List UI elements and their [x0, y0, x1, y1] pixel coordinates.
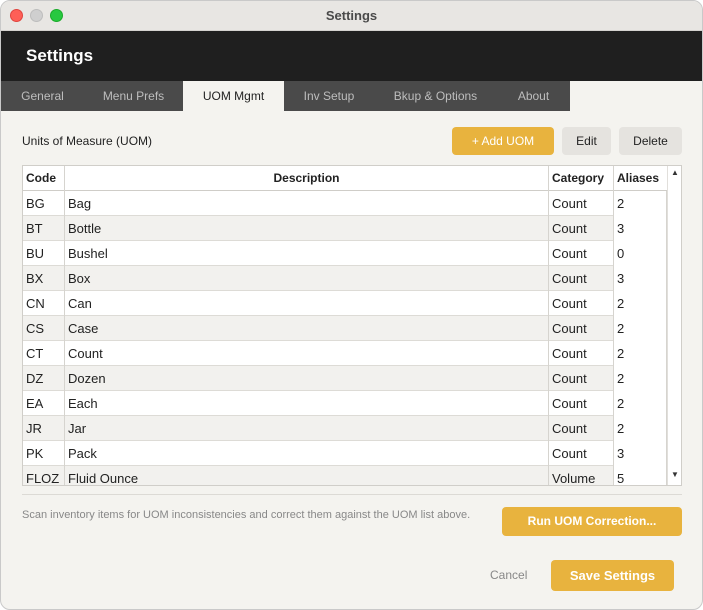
app-header: Settings [1, 31, 702, 81]
cell-description: Each [65, 391, 549, 416]
cell-code: BU [23, 241, 65, 266]
cell-description: Jar [65, 416, 549, 441]
table-row[interactable]: BT Bottle Count 3 [23, 216, 667, 241]
scroll-up-arrow-icon[interactable]: ▲ [671, 168, 679, 177]
cell-aliases: 5 [614, 466, 667, 485]
column-header-code[interactable]: Code [23, 166, 65, 191]
table-row[interactable]: DZ Dozen Count 2 [23, 366, 667, 391]
cell-description: Count [65, 341, 549, 366]
cell-category: Count [549, 191, 614, 216]
tab-bkup-options[interactable]: Bkup & Options [374, 81, 497, 111]
table-header: Code Description Category Aliases [23, 166, 667, 191]
cell-aliases: 2 [614, 391, 667, 416]
correction-description: Scan inventory items for UOM inconsisten… [22, 509, 471, 521]
column-header-description[interactable]: Description [65, 166, 549, 191]
cell-code: BT [23, 216, 65, 241]
cell-code: CN [23, 291, 65, 316]
cell-code: JR [23, 416, 65, 441]
table-row[interactable]: CN Can Count 2 [23, 291, 667, 316]
tab-menu-prefs[interactable]: Menu Prefs [84, 81, 183, 111]
cell-code: BX [23, 266, 65, 291]
window-title: Settings [325, 8, 378, 23]
table-row[interactable]: EA Each Count 2 [23, 391, 667, 416]
uom-table: Code Description Category Aliases BG Bag C… [22, 165, 682, 486]
table-row[interactable]: CT Count Count 2 [23, 341, 667, 366]
tab-inv-setup[interactable]: Inv Setup [284, 81, 374, 111]
cell-category: Count [549, 241, 614, 266]
cell-aliases: 3 [614, 441, 667, 466]
add-uom-button[interactable]: + Add UOM [452, 127, 554, 155]
tab-strip: General Menu Prefs UOM Mgmt Inv Setup Bk… [1, 81, 570, 111]
table-row[interactable]: BG Bag Count 2 [23, 191, 667, 216]
column-header-aliases[interactable]: Aliases [614, 166, 667, 191]
cell-aliases: 2 [614, 341, 667, 366]
cell-aliases: 2 [614, 416, 667, 441]
cell-aliases: 2 [614, 191, 667, 216]
tab-uom-mgmt[interactable]: UOM Mgmt [183, 81, 284, 111]
cell-category: Count [549, 216, 614, 241]
uom-section-label: Units of Measure (UOM) [22, 134, 153, 148]
cell-description: Bag [65, 191, 549, 216]
column-header-category[interactable]: Category [549, 166, 614, 191]
cell-category: Count [549, 366, 614, 391]
tab-about[interactable]: About [497, 81, 570, 111]
cell-aliases: 3 [614, 216, 667, 241]
tab-bar: General Menu Prefs UOM Mgmt Inv Setup Bk… [1, 81, 702, 111]
cell-category: Count [549, 441, 614, 466]
cell-aliases: 0 [614, 241, 667, 266]
table-row[interactable]: PK Pack Count 3 [23, 441, 667, 466]
cell-code: FLOZ [23, 466, 65, 485]
table-row[interactable]: BX Box Count 3 [23, 266, 667, 291]
cell-category: Count [549, 316, 614, 341]
cell-category: Count [549, 341, 614, 366]
edit-button[interactable]: Edit [562, 127, 611, 155]
cell-category: Count [549, 416, 614, 441]
table-scrollbar[interactable]: ▲ ▼ [667, 166, 682, 485]
page-title: Settings [26, 46, 94, 65]
run-uom-correction-button[interactable]: Run UOM Correction... [502, 507, 682, 536]
cell-code: DZ [23, 366, 65, 391]
delete-button[interactable]: Delete [619, 127, 682, 155]
save-settings-button[interactable]: Save Settings [551, 560, 674, 591]
cell-aliases: 2 [614, 316, 667, 341]
cell-category: Count [549, 391, 614, 416]
cell-code: PK [23, 441, 65, 466]
cell-description: Box [65, 266, 549, 291]
cell-code: CS [23, 316, 65, 341]
cell-aliases: 2 [614, 366, 667, 391]
section-divider [22, 494, 682, 495]
cell-category: Count [549, 266, 614, 291]
tab-general[interactable]: General [1, 81, 84, 111]
cell-code: EA [23, 391, 65, 416]
cell-description: Bushel [65, 241, 549, 266]
settings-window: Settings Settings General Menu Prefs UOM… [0, 0, 703, 610]
cell-description: Fluid Ounce [65, 466, 549, 485]
cell-code: CT [23, 341, 65, 366]
scroll-thumb[interactable] [681, 171, 682, 331]
table-row[interactable]: BU Bushel Count 0 [23, 241, 667, 266]
cell-description: Can [65, 291, 549, 316]
cell-description: Dozen [65, 366, 549, 391]
cell-aliases: 2 [614, 291, 667, 316]
cancel-button[interactable]: Cancel [490, 568, 527, 582]
cell-description: Case [65, 316, 549, 341]
cell-description: Bottle [65, 216, 549, 241]
table-row[interactable]: JR Jar Count 2 [23, 416, 667, 441]
table-row[interactable]: CS Case Count 2 [23, 316, 667, 341]
cell-aliases: 3 [614, 266, 667, 291]
table-row[interactable]: FLOZ Fluid Ounce Volume 5 [23, 466, 667, 485]
cell-description: Pack [65, 441, 549, 466]
title-bar: Settings [1, 1, 702, 31]
cell-code: BG [23, 191, 65, 216]
scroll-down-arrow-icon[interactable]: ▼ [671, 470, 679, 479]
cell-category: Volume [549, 466, 614, 485]
cell-category: Count [549, 291, 614, 316]
